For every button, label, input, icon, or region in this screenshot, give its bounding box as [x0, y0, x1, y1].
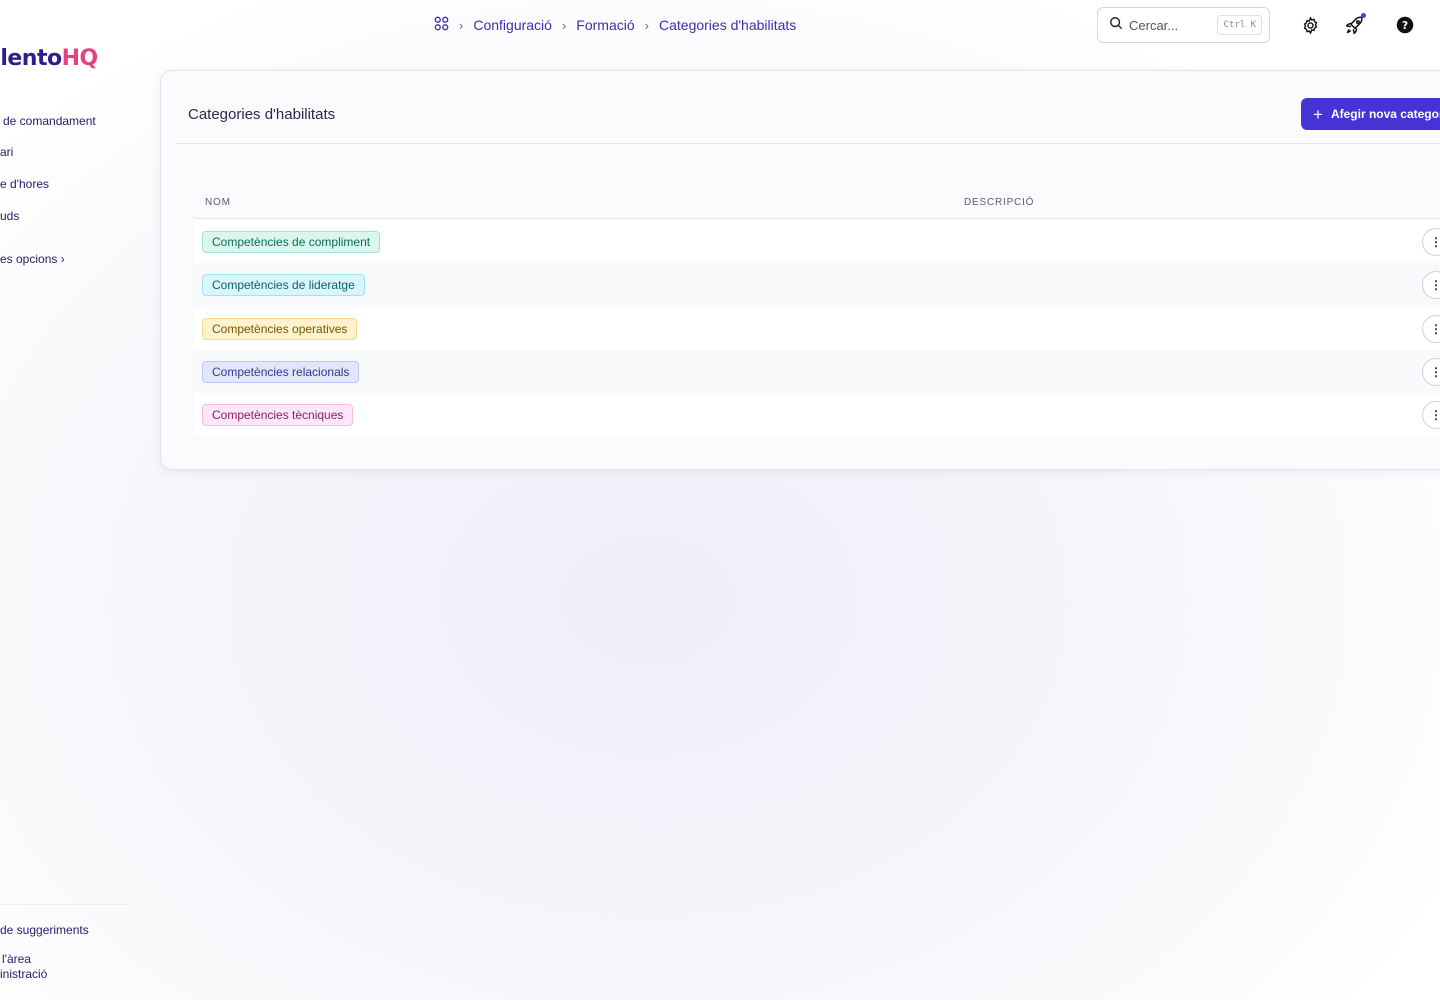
category-name-tag: Competències de compliment	[202, 231, 381, 253]
column-header-name: NOM	[205, 197, 231, 208]
help-icon[interactable]: ?	[1393, 13, 1417, 37]
logo-main-text: alento	[0, 46, 62, 71]
chevron-right-icon: ›	[644, 17, 649, 33]
breadcrumb: › Configuració › Formació › Categories d…	[434, 16, 796, 34]
sidebar-item-admin-area-line2: inistració	[0, 967, 48, 981]
row-actions-kebab-icon[interactable]: ⋮	[1422, 314, 1440, 343]
sidebar-divider	[0, 904, 128, 905]
table-row[interactable]: Competències de lideratge ⋮	[194, 263, 1440, 307]
add-category-button[interactable]: + Afegir nova categoria	[1301, 98, 1440, 130]
settings-gear-icon[interactable]	[1298, 13, 1322, 37]
row-actions-kebab-icon[interactable]: ⋮	[1422, 228, 1440, 256]
table-row[interactable]: Competències relacionals ⋮	[194, 349, 1440, 393]
svg-text:?: ?	[1402, 20, 1408, 32]
breadcrumb-configuration[interactable]: Configuració	[473, 17, 552, 33]
chevron-right-icon: ›	[561, 17, 567, 33]
category-name-tag: Competències tècniques	[202, 404, 354, 427]
row-actions-kebab-icon[interactable]: ⋮	[1422, 271, 1440, 300]
page-title: Categories d'habilitats	[188, 106, 336, 123]
breadcrumb-current: Categories d'habilitats	[659, 17, 797, 33]
column-header-description: DESCRIPCIÓ	[964, 197, 1035, 208]
row-actions-kebab-icon[interactable]: ⋮	[1422, 357, 1440, 386]
row-actions-kebab-icon[interactable]: ⋮	[1422, 401, 1440, 430]
sidebar-item-more-options[interactable]: es opcions ›	[0, 252, 65, 266]
sidebar-item-dashboard[interactable]: de comandament	[3, 114, 96, 128]
add-category-label: Afegir nova categoria	[1330, 107, 1440, 121]
category-name-tag: Competències operatives	[202, 317, 358, 340]
sidebar: alentoHQ de comandament ari e d'hores ud…	[0, 0, 140, 1000]
chevron-right-icon: ›	[459, 17, 464, 33]
logo-accent-text: HQ	[61, 46, 99, 71]
sidebar-item-admin-area[interactable]: l'àrea	[2, 952, 31, 966]
search-icon	[1109, 16, 1123, 35]
sidebar-item-calendar[interactable]: ari	[0, 145, 13, 159]
skill-categories-card: Categories d'habilitats + Afegir nova ca…	[160, 70, 1440, 470]
search-shortcut-badge: Ctrl K	[1217, 15, 1262, 35]
sidebar-item-suggestions[interactable]: de suggeriments	[0, 923, 89, 937]
search-box[interactable]: Ctrl K	[1097, 7, 1270, 43]
card-divider	[175, 143, 1440, 144]
notification-dot	[1361, 13, 1366, 18]
breadcrumb-training[interactable]: Formació	[576, 17, 634, 33]
category-name-tag: Competències de lideratge	[202, 274, 365, 297]
rocket-icon[interactable]	[1343, 13, 1367, 37]
sidebar-item-timesheet[interactable]: e d'hores	[0, 177, 49, 191]
sidebar-item-requests[interactable]: uds	[0, 209, 19, 223]
apps-grid-icon[interactable]	[434, 16, 449, 34]
table-row[interactable]: Competències operatives ⋮	[194, 306, 1440, 350]
category-name-tag: Competències relacionals	[202, 360, 360, 383]
search-input[interactable]	[1129, 17, 1213, 33]
table-row[interactable]: Competències de compliment ⋮	[194, 220, 1440, 263]
app-logo[interactable]: alentoHQ	[0, 46, 98, 71]
table-row[interactable]: Competències tècniques ⋮	[194, 393, 1440, 437]
plus-icon: +	[1313, 104, 1323, 124]
table-header: NOM DESCRIPCIÓ	[194, 179, 1440, 219]
